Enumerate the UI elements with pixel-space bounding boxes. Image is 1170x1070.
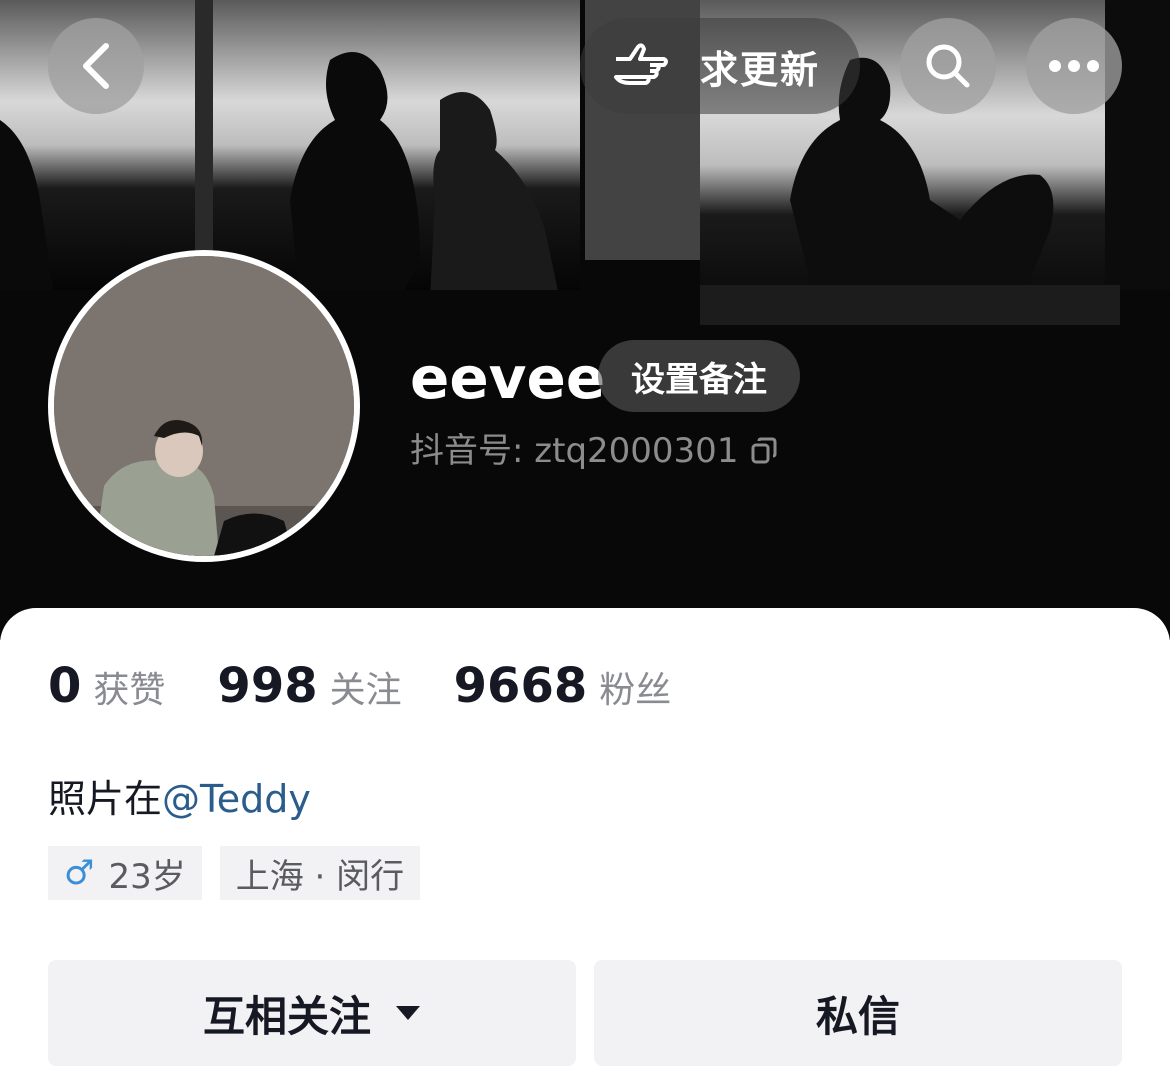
stat-likes-value: 0 xyxy=(48,658,82,714)
male-icon: ♂ xyxy=(64,853,95,893)
search-icon xyxy=(926,44,970,88)
caret-down-icon xyxy=(395,1004,421,1022)
copy-icon[interactable] xyxy=(750,436,778,466)
stat-following[interactable]: 998 关注 xyxy=(217,658,401,714)
stats-row: 0 获赞 998 关注 9668 粉丝 xyxy=(48,658,723,714)
more-button[interactable] xyxy=(1026,18,1122,114)
more-icon xyxy=(1049,60,1099,72)
stat-likes-label: 获赞 xyxy=(93,670,166,711)
request-update-label: 求更新 xyxy=(700,47,821,92)
set-remark-button[interactable]: 设置备注 xyxy=(598,340,800,412)
stat-followers-value: 9668 xyxy=(453,658,588,714)
douyin-id: 抖音号: ztq2000301 xyxy=(410,426,778,476)
request-update-button[interactable]: 求更新 xyxy=(580,18,860,114)
location-label: 上海 · 闵行 xyxy=(235,856,405,897)
age-tag: ♂ 23岁 xyxy=(48,846,202,900)
tag-row: ♂ 23岁 上海 · 闵行 xyxy=(48,846,438,900)
stat-followers-label: 粉丝 xyxy=(599,670,672,711)
stat-following-label: 关注 xyxy=(329,670,402,711)
chevron-left-icon xyxy=(83,43,109,89)
back-button[interactable] xyxy=(48,18,144,114)
bio-mention-link[interactable]: @Teddy xyxy=(162,777,311,821)
profile-card: 0 获赞 998 关注 9668 粉丝 照片在@Teddy ♂ 23岁 上海 ·… xyxy=(0,608,1170,1070)
avatar-photo xyxy=(54,256,354,556)
stat-followers[interactable]: 9668 粉丝 xyxy=(454,658,672,714)
mutual-follow-button[interactable]: 互相关注 xyxy=(48,960,576,1066)
message-button[interactable]: 私信 xyxy=(594,960,1122,1066)
age-label: 23岁 xyxy=(108,856,186,897)
search-button[interactable] xyxy=(900,18,996,114)
pointing-hand-icon xyxy=(610,41,670,91)
mutual-follow-label: 互相关注 xyxy=(202,991,371,1041)
stat-likes: 0 获赞 xyxy=(48,658,165,714)
nickname: eevee xyxy=(410,344,606,412)
douyin-id-text: 抖音号: ztq2000301 xyxy=(410,431,739,471)
bio: 照片在@Teddy xyxy=(48,768,311,823)
cover-image: 求更新 eevee 设置备注 抖音号: ztq2000301 xyxy=(0,0,1170,640)
action-row: 互相关注 私信 xyxy=(48,960,1122,1066)
bio-text: 照片在 xyxy=(48,777,163,821)
location-tag: 上海 · 闵行 xyxy=(219,846,421,900)
avatar[interactable] xyxy=(48,250,360,562)
stat-following-value: 998 xyxy=(217,658,318,714)
